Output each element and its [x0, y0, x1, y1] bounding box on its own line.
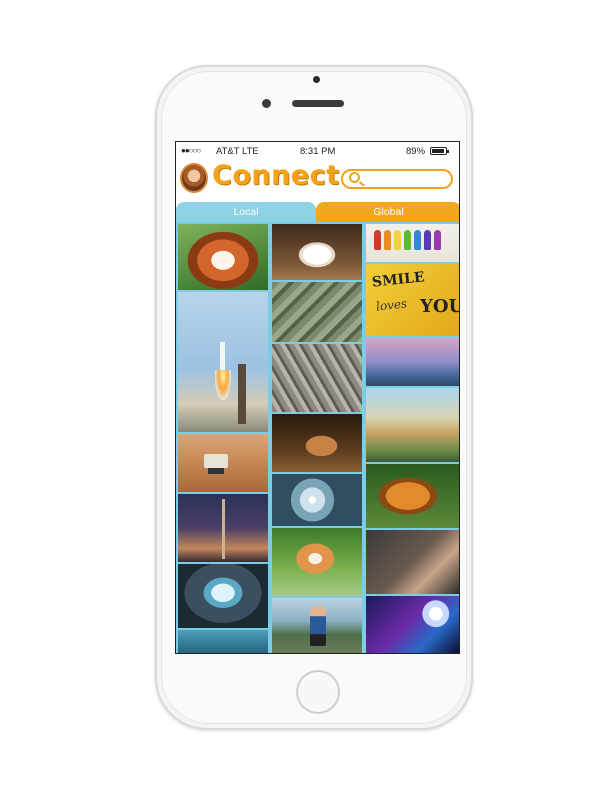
photo-city-skyline[interactable]: [178, 494, 268, 562]
app-logo: Connect: [212, 160, 340, 191]
earpiece-speaker: [292, 100, 344, 107]
search-icon[interactable]: [349, 172, 360, 183]
photo-rocket-launch[interactable]: [178, 292, 268, 432]
app-screen: ●●○○○ AT&T LTE 8:31 PM 89% Connect Local…: [175, 141, 460, 654]
front-camera: [262, 99, 271, 108]
photo-parakeets[interactable]: [366, 224, 459, 262]
status-bar: ●●○○○ AT&T LTE 8:31 PM 89%: [176, 142, 459, 160]
photo-horse[interactable]: [272, 414, 362, 472]
bird: [374, 230, 381, 250]
rocket-flame: [215, 370, 231, 400]
photo-puppy[interactable]: [272, 224, 362, 280]
carrier-label: AT&T LTE: [216, 146, 259, 157]
photo-mars-rover[interactable]: [178, 434, 268, 492]
rocket: [220, 342, 225, 372]
loves-text: loves: [375, 296, 408, 314]
battery-icon: [430, 147, 449, 155]
bird: [414, 230, 421, 250]
tower-spire: [222, 499, 225, 559]
photo-red-panda[interactable]: [178, 224, 268, 290]
photo-smile-note[interactable]: SMILE loves YOU: [366, 264, 459, 336]
bird: [384, 230, 391, 250]
tab-bar: Local Global: [176, 202, 459, 222]
bird: [394, 230, 401, 250]
clock: 8:31 PM: [300, 146, 336, 157]
photo-cave[interactable]: [178, 564, 268, 628]
photo-crowd[interactable]: [272, 282, 362, 342]
app-header: Connect: [176, 160, 459, 200]
photo-family[interactable]: [272, 598, 362, 653]
avatar[interactable]: [180, 163, 208, 193]
photo-kitten[interactable]: [272, 528, 362, 596]
tab-local[interactable]: Local: [176, 202, 316, 222]
search-input[interactable]: [341, 169, 453, 189]
photo-grid: SMILE loves YOU: [176, 222, 459, 653]
rover: [204, 454, 228, 468]
bird: [404, 230, 411, 250]
photo-car[interactable]: [366, 338, 459, 386]
bird: [434, 230, 441, 250]
home-button[interactable]: [296, 670, 340, 714]
photo-hands[interactable]: [366, 530, 459, 594]
person: [310, 606, 326, 646]
tab-global[interactable]: Global: [316, 202, 459, 222]
photo-hurricane[interactable]: [272, 474, 362, 526]
signal-strength: ●●○○○: [181, 146, 201, 155]
battery-percent: 89%: [406, 146, 426, 157]
photo-highway[interactable]: [272, 344, 362, 412]
you-text: YOU: [420, 296, 459, 317]
bird: [424, 230, 431, 250]
camera-dot: [313, 76, 320, 83]
smile-text: SMILE: [371, 269, 426, 291]
launch-tower: [238, 364, 246, 424]
photo-tiger[interactable]: [366, 464, 459, 528]
photo-castle[interactable]: [366, 388, 459, 462]
photo-water[interactable]: [178, 630, 268, 653]
photo-galaxy[interactable]: [366, 596, 459, 653]
